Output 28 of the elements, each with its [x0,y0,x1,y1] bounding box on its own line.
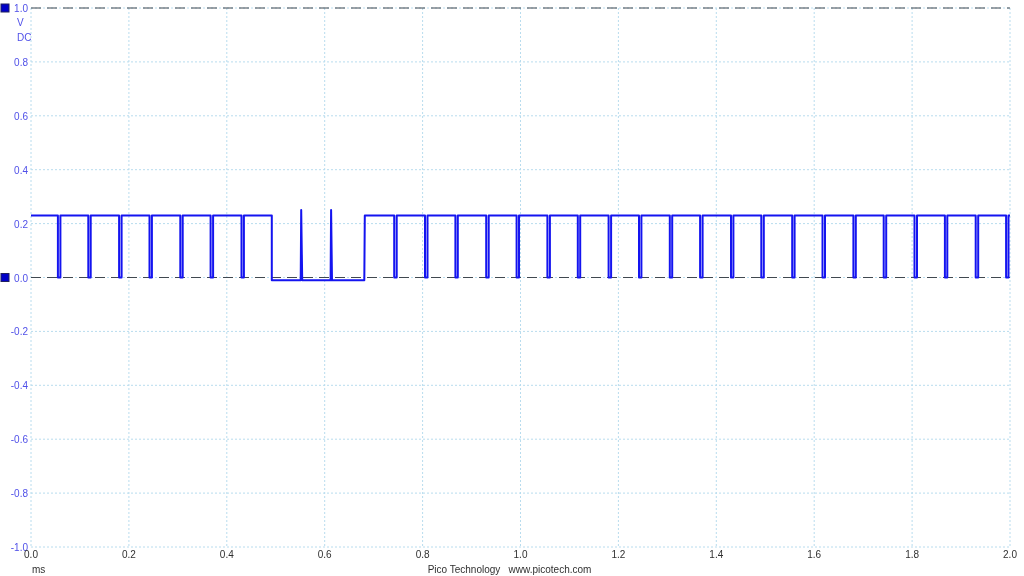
y-axis-tick-label: 0.0 [14,272,28,284]
x-axis-tick-label: 0.8 [415,549,430,560]
y-axis-tick-label: -0.6 [10,434,28,446]
x-axis-tick-label: 1.2 [611,549,626,560]
y-axis-tick-label: -0.4 [10,380,28,392]
x-axis-tick-label: 1.0 [513,549,528,560]
channel-marker-icon[interactable] [0,3,10,13]
x-axis-unit: ms [32,564,46,575]
y-axis-tick-label: 0.6 [14,110,28,122]
website-link[interactable]: www.picotech.com [508,564,592,575]
y-axis-unit: V [17,17,24,28]
y-axis-tick-label: 0.4 [14,164,28,176]
x-axis-tick-label: 1.4 [709,549,724,560]
x-axis-tick-label: 0.4 [219,549,234,560]
coupling-label: DC [17,32,32,43]
x-axis-tick-label: 0.0 [24,549,38,560]
y-axis-tick-label: -0.8 [10,488,28,500]
y-axis-tick-label: -0.2 [10,326,28,338]
y-axis-tick-label: 0.2 [14,218,28,230]
x-axis-tick-label: 1.8 [905,549,920,560]
x-axis-tick-label: 0.2 [121,549,136,560]
x-axis-tick-label: 2.0 [1003,549,1017,560]
company-name: Pico Technology [427,564,501,575]
channel-marker-icon[interactable] [0,273,10,282]
x-axis-tick-label: 1.6 [807,549,822,560]
y-axis-tick-label: 1.0 [14,3,28,14]
y-axis-tick-label: 0.8 [14,56,28,68]
x-axis-tick-label: 0.6 [317,549,332,560]
